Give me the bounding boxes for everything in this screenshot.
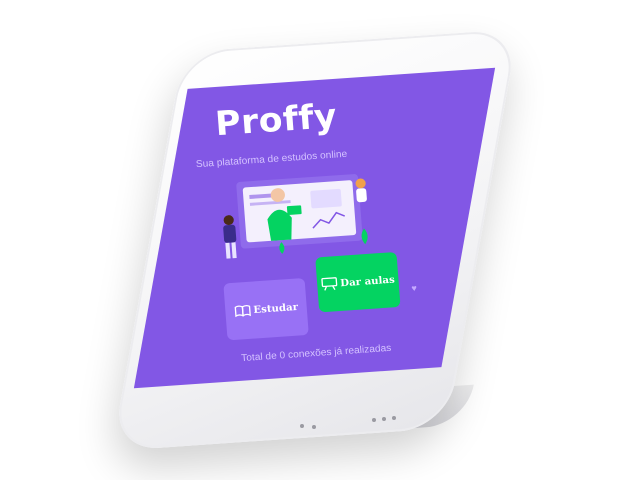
presentation-board-icon [321, 277, 338, 292]
phone-port [312, 425, 316, 429]
phone-port [382, 417, 386, 421]
phone-port [392, 416, 396, 420]
connections-counter: Total de 0 conexões já realizadas [240, 342, 392, 365]
teach-button[interactable]: Dar aulas [315, 251, 401, 313]
purple-heart-icon: ♥ [411, 283, 418, 294]
study-button[interactable]: Estudar [223, 277, 309, 341]
study-button-label: Estudar [253, 301, 299, 316]
device-mockup: Proffy Sua plataforma de estudos online [0, 0, 640, 480]
app-logo: Proffy [213, 96, 339, 145]
teach-button-label: Dar aulas [339, 274, 396, 289]
app-subtitle: Sua plataforma de estudos online [195, 148, 348, 171]
open-book-icon [234, 304, 251, 318]
phone-port [300, 424, 304, 428]
app-screen: Proffy Sua plataforma de estudos online [133, 67, 496, 389]
hero-illustration [223, 174, 368, 259]
phone-port [372, 418, 376, 422]
landing-page: Proffy Sua plataforma de estudos online [150, 70, 480, 385]
